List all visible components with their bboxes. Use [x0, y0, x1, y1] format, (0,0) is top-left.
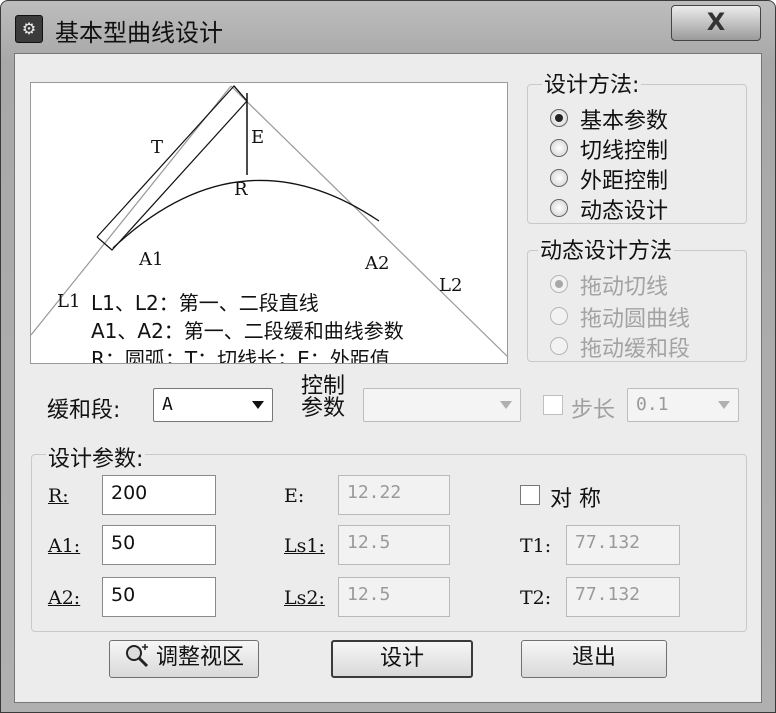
radio-label: 切线控制 [580, 139, 669, 164]
step-select[interactable]: 0.1 [627, 388, 739, 422]
design-params-group: 设计参数: R: 200 A1: 50 A2: 50 E: 12.22 Ls1:… [31, 441, 747, 632]
t2-output: 77.132 [566, 577, 680, 617]
label-A1: A1 [138, 249, 163, 270]
t1-label: T1: [520, 535, 552, 557]
a2-label: A2: [48, 587, 81, 609]
transition-select[interactable]: A [153, 388, 273, 422]
label-T: T [151, 137, 163, 158]
control-param-label-line1: 控制 [301, 374, 346, 399]
radio-indicator[interactable] [550, 199, 568, 217]
radio-label: 基本参数 [580, 109, 669, 134]
title-bar[interactable]: ⚙ 基本型曲线设计 X [1, 1, 775, 53]
legend-line: A1、A2：第一、二段缓和曲线参数 [91, 319, 404, 343]
symmetric-label: 对 称 [550, 487, 601, 512]
zoom-icon [124, 643, 150, 669]
design-method-group: 设计方法: 基本参数 切线控制 外距控制 动态设计 [527, 67, 750, 224]
radio-indicator[interactable] [550, 139, 568, 157]
radio-external-distance-control[interactable]: 外距控制 [550, 165, 750, 194]
control-param-label-line2: 参数 [301, 396, 346, 421]
radio-basic-params[interactable]: 基本参数 [550, 105, 750, 134]
label-L1: L1 [57, 291, 80, 312]
radio-label: 拖动缓和段 [580, 337, 691, 362]
legend-line: R：圆弧；T：切线长；E：外距值 [91, 347, 390, 364]
step-label: 步长 [571, 398, 616, 423]
radio-tangent-control[interactable]: 切线控制 [550, 135, 750, 164]
design-button[interactable]: 设计 [331, 640, 473, 678]
t1-output: 77.132 [566, 525, 680, 565]
curve-preview: T E R A1 A2 L1 L2 L1、L2：第一、二段直线 A1、A2：第一… [30, 82, 508, 364]
a2-input[interactable]: 50 [102, 577, 216, 617]
step-checkbox[interactable] [543, 395, 563, 415]
radio-drag-tangent[interactable]: 拖动切线 [550, 271, 750, 300]
exit-button[interactable]: 退出 [521, 640, 667, 678]
radio-indicator[interactable] [550, 275, 568, 293]
symmetric-checkbox[interactable] [520, 485, 540, 505]
ls1-output: 12.5 [338, 525, 450, 565]
label-R: R [234, 179, 248, 200]
control-param-select[interactable] [363, 388, 521, 422]
radio-label: 动态设计 [580, 199, 669, 224]
label-E: E [251, 127, 264, 148]
dynamic-method-title: 动态设计方法 [538, 233, 675, 265]
label-A2: A2 [364, 253, 389, 274]
design-method-title: 设计方法: [542, 67, 642, 99]
t2-label: T2: [520, 587, 552, 609]
label-L2: L2 [439, 275, 462, 296]
transition-label: 缓和段: [47, 398, 121, 423]
ls2-output: 12.5 [338, 577, 450, 617]
radio-dynamic-design[interactable]: 动态设计 [550, 195, 750, 224]
step-select-value: 0.1 [636, 394, 669, 415]
control-param-label: 控制 参数 [301, 376, 345, 420]
radio-indicator[interactable] [550, 337, 568, 355]
ls1-label: Ls1: [284, 535, 325, 557]
a1-input[interactable]: 50 [102, 525, 216, 565]
app-icon: ⚙ [15, 15, 43, 43]
r-label: R: [48, 485, 69, 507]
dialog-client-area: T E R A1 A2 L1 L2 L1、L2：第一、二段直线 A1、A2：第一… [14, 53, 762, 703]
radio-indicator[interactable] [550, 109, 568, 127]
dialog-window: ⚙ 基本型曲线设计 X T E R A1 A2 L1 L2 L1、L2：第一、二… [0, 0, 776, 713]
radio-indicator[interactable] [550, 169, 568, 187]
radio-drag-circular-curve[interactable]: 拖动圆曲线 [550, 303, 750, 332]
e-label: E: [284, 485, 305, 507]
a1-label: A1: [48, 535, 81, 557]
transition-select-value: A [162, 394, 173, 415]
adjust-view-button[interactable]: 调整视区 [109, 640, 259, 678]
ls2-label: Ls2: [284, 587, 325, 609]
chevron-down-icon[interactable] [252, 401, 264, 409]
radio-label: 外距控制 [580, 169, 669, 194]
radio-label: 拖动切线 [580, 275, 669, 300]
r-input[interactable]: 200 [102, 475, 216, 515]
legend-line: L1、L2：第一、二段直线 [91, 291, 319, 315]
e-output: 12.22 [338, 475, 450, 515]
window-title: 基本型曲线设计 [55, 19, 223, 47]
radio-label: 拖动圆曲线 [580, 307, 691, 332]
chevron-down-icon[interactable] [718, 401, 730, 409]
radio-indicator[interactable] [550, 307, 568, 325]
close-button[interactable]: X [671, 5, 761, 41]
design-params-title: 设计参数: [46, 441, 146, 473]
chevron-down-icon[interactable] [500, 401, 512, 409]
radio-drag-transition[interactable]: 拖动缓和段 [550, 333, 750, 362]
dynamic-method-group: 动态设计方法 拖动切线 拖动圆曲线 拖动缓和段 [527, 233, 750, 362]
adjust-view-label: 调整视区 [155, 645, 244, 670]
